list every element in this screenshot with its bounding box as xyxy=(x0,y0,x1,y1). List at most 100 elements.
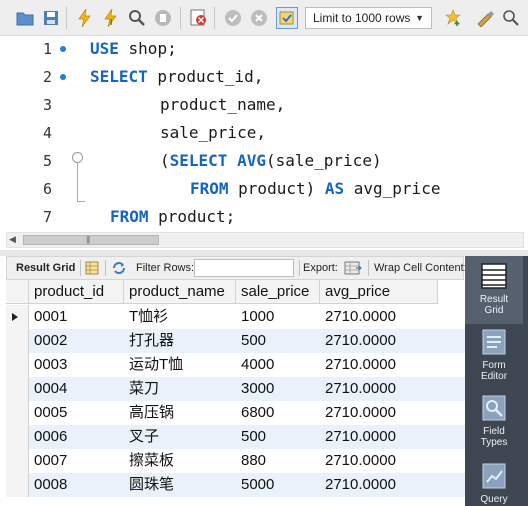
table-row[interactable]: 0006 叉子 500 2710.0000 xyxy=(6,425,465,449)
save-icon[interactable] xyxy=(40,7,62,29)
table-cell[interactable]: 圆珠笔 xyxy=(124,473,236,497)
line-number: 7 xyxy=(42,208,52,226)
table-row[interactable]: 0004 菜刀 3000 2710.0000 xyxy=(6,377,465,401)
table-cell[interactable]: 0005 xyxy=(29,401,124,425)
stop-icon[interactable] xyxy=(152,7,174,29)
sql-text: shop; xyxy=(118,39,177,58)
table-cell[interactable]: 运动T恤 xyxy=(124,353,236,377)
table-row[interactable]: 0002 打孔器 500 2710.0000 xyxy=(6,329,465,353)
sql-text: product) xyxy=(228,179,325,198)
result-grid-tab[interactable]: Result Grid xyxy=(465,256,523,324)
table-cell[interactable]: 2710.0000 xyxy=(320,425,438,449)
table-row[interactable]: 0008 圆珠笔 5000 2710.0000 xyxy=(6,473,465,497)
commit-icon[interactable] xyxy=(222,7,244,29)
query-stats-tab[interactable]: Query xyxy=(465,460,523,506)
table-cell[interactable]: 2710.0000 xyxy=(320,353,438,377)
open-folder-icon[interactable] xyxy=(14,7,36,29)
row-header[interactable] xyxy=(6,305,29,329)
table-row[interactable]: 0001 T恤衫 1000 2710.0000 xyxy=(6,305,465,329)
table-cell[interactable]: 高压锅 xyxy=(124,401,236,425)
code-line[interactable]: 2 SELECT product_id, xyxy=(0,64,528,92)
sql-keyword: FROM xyxy=(110,207,149,226)
filter-rows-label: Filter Rows: xyxy=(136,262,195,274)
limit-rows-select[interactable]: Limit to 1000 rows ▼ xyxy=(305,7,432,29)
export-label: Export: xyxy=(303,262,338,274)
autocommit-icon[interactable] xyxy=(276,7,298,29)
table-cell[interactable]: 0008 xyxy=(29,473,124,497)
table-cell[interactable]: 0002 xyxy=(29,329,124,353)
table-cell[interactable]: 5000 xyxy=(236,473,320,497)
table-cell[interactable]: 2710.0000 xyxy=(320,401,438,425)
table-row[interactable]: 0003 运动T恤 4000 2710.0000 xyxy=(6,353,465,377)
row-header[interactable] xyxy=(6,449,29,473)
code-line[interactable]: 3 product_name, xyxy=(0,92,528,120)
table-cell[interactable]: 0003 xyxy=(29,353,124,377)
line-number: 4 xyxy=(42,124,52,142)
table-cell[interactable]: 0001 xyxy=(29,305,124,329)
row-header[interactable] xyxy=(6,329,29,353)
table-cell[interactable]: 2710.0000 xyxy=(320,473,438,497)
table-row[interactable]: 0005 高压锅 6800 2710.0000 xyxy=(6,401,465,425)
execute-icon[interactable] xyxy=(74,7,96,29)
add-snippet-icon[interactable] xyxy=(442,7,464,29)
code-line[interactable]: 7 FROM product; xyxy=(0,204,528,232)
find-icon[interactable] xyxy=(500,7,522,29)
table-row[interactable]: 0007 擦菜板 880 2710.0000 xyxy=(6,449,465,473)
editor-horizontal-scrollbar[interactable]: ◀ ||| xyxy=(6,232,524,248)
code-line[interactable]: 1 USE shop; xyxy=(0,36,528,64)
query-stats-tab-label: Query xyxy=(480,494,508,505)
table-cell[interactable]: 2710.0000 xyxy=(320,377,438,401)
sql-editor[interactable]: 1 USE shop; 2 SELECT product_id, 3 product_na… xyxy=(0,36,528,232)
table-cell[interactable]: 4000 xyxy=(236,353,320,377)
export-icon[interactable] xyxy=(344,260,362,279)
table-cell[interactable]: 1000 xyxy=(236,305,320,329)
field-types-tab[interactable]: Field Types xyxy=(465,392,523,454)
grid-view-icon[interactable] xyxy=(85,261,99,278)
execute-current-icon[interactable]: I xyxy=(100,7,122,29)
table-cell[interactable]: 0004 xyxy=(29,377,124,401)
row-header[interactable] xyxy=(6,473,29,497)
table-cell[interactable]: 2710.0000 xyxy=(320,449,438,473)
scrollbar-thumb[interactable]: ||| xyxy=(23,235,159,245)
table-cell[interactable]: 2710.0000 xyxy=(320,329,438,353)
column-header[interactable]: product_name xyxy=(124,280,236,304)
line-number: 2 xyxy=(42,68,52,86)
refresh-icon[interactable] xyxy=(111,261,127,278)
column-header[interactable]: product_id xyxy=(29,280,124,304)
result-grid[interactable]: product_id product_name sale_price avg_pric… xyxy=(6,280,465,506)
row-header[interactable] xyxy=(6,425,29,449)
row-header[interactable] xyxy=(6,401,29,425)
table-cell[interactable]: 880 xyxy=(236,449,320,473)
column-header[interactable]: sale_price xyxy=(236,280,320,304)
beautify-icon[interactable] xyxy=(474,7,496,29)
row-header[interactable] xyxy=(6,377,29,401)
code-line[interactable]: 4 sale_price, xyxy=(0,120,528,148)
table-cell[interactable]: 叉子 xyxy=(124,425,236,449)
code-line[interactable]: 6 FROM product) AS avg_price xyxy=(0,176,528,204)
table-cell[interactable]: 6800 xyxy=(236,401,320,425)
scroll-left-icon[interactable]: ◀ xyxy=(9,234,16,245)
row-header[interactable] xyxy=(6,353,29,377)
sql-keyword: SELECT xyxy=(90,67,148,86)
line-number: 5 xyxy=(42,152,52,170)
table-cell[interactable]: T恤衫 xyxy=(124,305,236,329)
editor-toolbar: I Limit to 1000 rows ▼ xyxy=(0,0,528,36)
rollback-icon[interactable] xyxy=(248,7,270,29)
table-cell[interactable]: 2710.0000 xyxy=(320,305,438,329)
result-grid-label: Result Grid xyxy=(16,262,76,274)
table-cell[interactable]: 打孔器 xyxy=(124,329,236,353)
table-cell[interactable]: 擦菜板 xyxy=(124,449,236,473)
explain-icon[interactable] xyxy=(126,7,148,29)
form-editor-tab[interactable]: Form Editor xyxy=(465,326,523,390)
column-header[interactable]: avg_price xyxy=(320,280,438,304)
toggle-error-icon[interactable] xyxy=(188,7,210,29)
table-cell[interactable]: 0007 xyxy=(29,449,124,473)
table-cell[interactable]: 菜刀 xyxy=(124,377,236,401)
filter-rows-input[interactable] xyxy=(194,259,294,277)
table-cell[interactable]: 500 xyxy=(236,425,320,449)
table-cell[interactable]: 3000 xyxy=(236,377,320,401)
table-cell[interactable]: 500 xyxy=(236,329,320,353)
table-cell[interactable]: 0006 xyxy=(29,425,124,449)
code-text: sale_price, xyxy=(160,123,266,142)
